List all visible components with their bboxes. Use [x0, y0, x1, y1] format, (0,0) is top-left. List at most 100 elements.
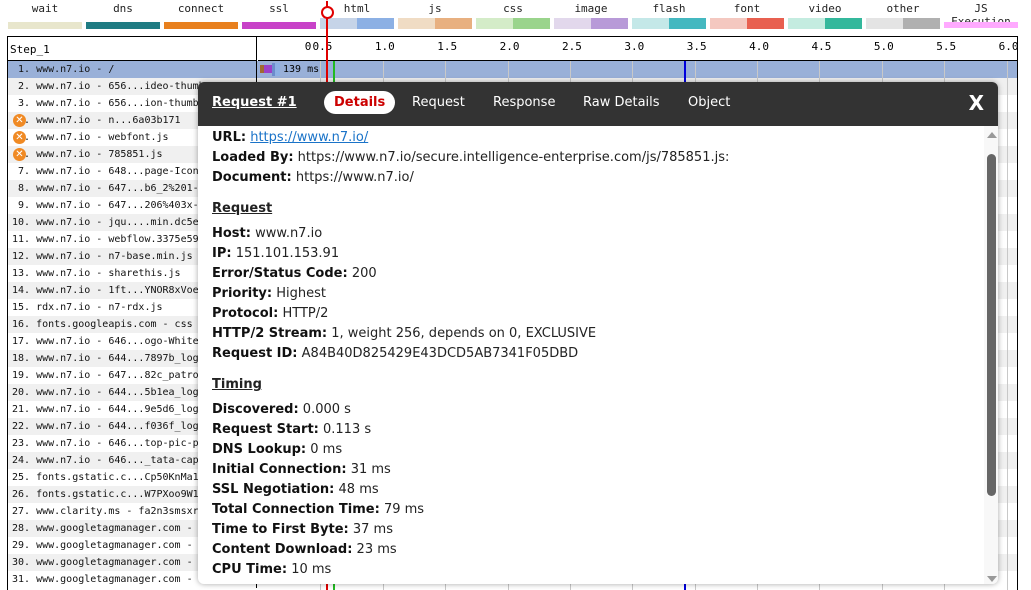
scroll-thumb[interactable] — [987, 154, 996, 496]
field-key: Loaded By: — [212, 150, 294, 165]
field-time-to-first-byte: Time to First Byte: 37 ms — [212, 520, 970, 540]
legend-swatch — [944, 22, 1018, 28]
tick-label: 4.5 — [811, 40, 832, 53]
tab-raw-details[interactable]: Raw Details — [583, 95, 660, 110]
request-row[interactable]: 1. www.n7.io - / 139 ms — [8, 61, 1017, 78]
field-value: A84B40D825429E43DCD5AB7341F05DBD — [301, 346, 579, 361]
field-ip: IP: 151.101.153.91 — [212, 244, 970, 264]
field-key: Priority: — [212, 286, 273, 301]
field-key: Document: — [212, 170, 292, 185]
legend-swatch — [164, 22, 238, 29]
tick-label: 4.0 — [749, 40, 770, 53]
field-host: Host: www.n7.io — [212, 224, 970, 244]
timeline-axis: 0 0.5 1.0 1.5 2.0 2.5 3.0 3.5 4.0 4.5 5.0 5.5 6.0 — [258, 37, 1019, 61]
field-key: Protocol: — [212, 306, 279, 321]
field-key: Request ID: — [212, 346, 298, 361]
request-bar-segment — [264, 65, 272, 73]
request-details-dialog: Request #1 Details Request Response Raw … — [198, 82, 998, 584]
legend-swatch — [710, 18, 784, 29]
field-key: Discovered: — [212, 402, 299, 417]
field-dns-lookup: DNS Lookup: 0 ms — [212, 440, 970, 460]
scroll-down-arrow-icon[interactable] — [987, 576, 997, 582]
legend-label: js — [428, 2, 442, 15]
field-value: 151.101.153.91 — [235, 246, 340, 261]
error-icon: ✕ — [13, 114, 26, 127]
dialog-body: URL: https://www.n7.io/ Loaded By: https… — [198, 126, 984, 584]
legend-item-wait: wait — [8, 0, 82, 36]
legend-item-ssl: ssl — [242, 0, 316, 36]
waterfall-legend: wait dns connect ssl html js css image flash font… — [0, 0, 1031, 36]
legend-swatch — [8, 22, 82, 29]
legend-item-other: other — [866, 0, 940, 36]
field-value: 79 ms — [383, 502, 425, 517]
playhead-handle[interactable] — [320, 6, 334, 19]
legend-item-dns: dns — [86, 0, 160, 36]
tick-label: 1.0 — [374, 40, 395, 53]
tick-label: 3.0 — [624, 40, 645, 53]
field-value: 0.000 s — [302, 402, 351, 417]
url-link[interactable]: https://www.n7.io/ — [250, 130, 368, 145]
gridline — [1006, 61, 1008, 590]
scroll-up-arrow-icon[interactable] — [987, 132, 997, 138]
legend-label: flash — [652, 2, 686, 15]
field-priority: Priority: Highest — [212, 284, 970, 304]
field-value: 37 ms — [352, 522, 393, 537]
request-duration-label: 139 ms — [283, 64, 320, 75]
field-error-status-code: Error/Status Code: 200 — [212, 264, 970, 284]
dialog-scrollbar[interactable] — [984, 126, 998, 584]
field-url: URL: https://www.n7.io/ — [212, 128, 970, 148]
legend-label: css — [503, 2, 523, 15]
legend-label: font — [733, 2, 761, 15]
field-loaded-by: Loaded By: https://www.n7.io/secure.inte… — [212, 148, 970, 168]
legend-swatch — [866, 18, 940, 29]
field-value: 200 — [351, 266, 377, 281]
legend-item-html: html — [320, 0, 394, 36]
field-value: 0 ms — [310, 442, 343, 457]
field-value: 0.113 s — [323, 422, 372, 437]
request-bar-segment — [275, 63, 280, 76]
tick-label: 2.5 — [562, 40, 582, 53]
tab-response[interactable]: Response — [493, 95, 555, 110]
field-key: Content Download: — [212, 542, 353, 557]
tab-details[interactable]: Details — [324, 91, 396, 114]
legend-swatch — [554, 18, 628, 29]
legend-swatch — [398, 18, 472, 29]
tab-object[interactable]: Object — [688, 95, 730, 110]
field-document: Document: https://www.n7.io/ — [212, 168, 970, 188]
field-key: Initial Connection: — [212, 462, 347, 477]
field-key: Host: — [212, 226, 251, 241]
field-ssl-negotiation: SSL Negotiation: 48 ms — [212, 480, 970, 500]
tick-label: 2.0 — [499, 40, 520, 53]
step-label: Step_1 — [8, 37, 257, 61]
section-title-request: Request — [212, 201, 273, 216]
legend-label: wait — [31, 2, 59, 15]
legend-label: ssl — [269, 2, 289, 15]
legend-label: other — [886, 2, 920, 15]
legend-swatch — [242, 22, 316, 29]
field-value: 31 ms — [350, 462, 391, 477]
request-row-label: 1. www.n7.io - / — [8, 61, 257, 78]
field-request-id: Request ID: A84B40D825429E43DCD5AB7341F0… — [212, 344, 970, 364]
tick-label: 5.5 — [936, 40, 957, 53]
tab-request[interactable]: Request — [412, 95, 465, 110]
legend-swatch — [632, 18, 706, 29]
field-value: 23 ms — [356, 542, 397, 557]
field-value: https://www.n7.io/ — [295, 170, 414, 185]
legend-item-css: css — [476, 0, 550, 36]
field-key: Request Start: — [212, 422, 319, 437]
close-button[interactable]: X — [969, 91, 984, 115]
field-request-start: Request Start: 0.113 s — [212, 420, 970, 440]
field-value: www.n7.io — [255, 226, 323, 241]
legend-label: video — [808, 2, 842, 15]
legend-item-image: image — [554, 0, 628, 36]
field-key: SSL Negotiation: — [212, 482, 335, 497]
field-key: IP: — [212, 246, 232, 261]
legend-swatch — [86, 22, 160, 29]
timing-fields: Discovered: 0.000 s Request Start: 0.113 … — [212, 400, 970, 580]
field-key: CPU Time: — [212, 562, 288, 577]
field-value: https://www.n7.io/secure.intelligence-en… — [297, 150, 730, 165]
legend-item-video: video — [788, 0, 862, 36]
legend-swatch — [476, 18, 550, 29]
field-initial-connection: Initial Connection: 31 ms — [212, 460, 970, 480]
field-protocol: Protocol: HTTP/2 — [212, 304, 970, 324]
